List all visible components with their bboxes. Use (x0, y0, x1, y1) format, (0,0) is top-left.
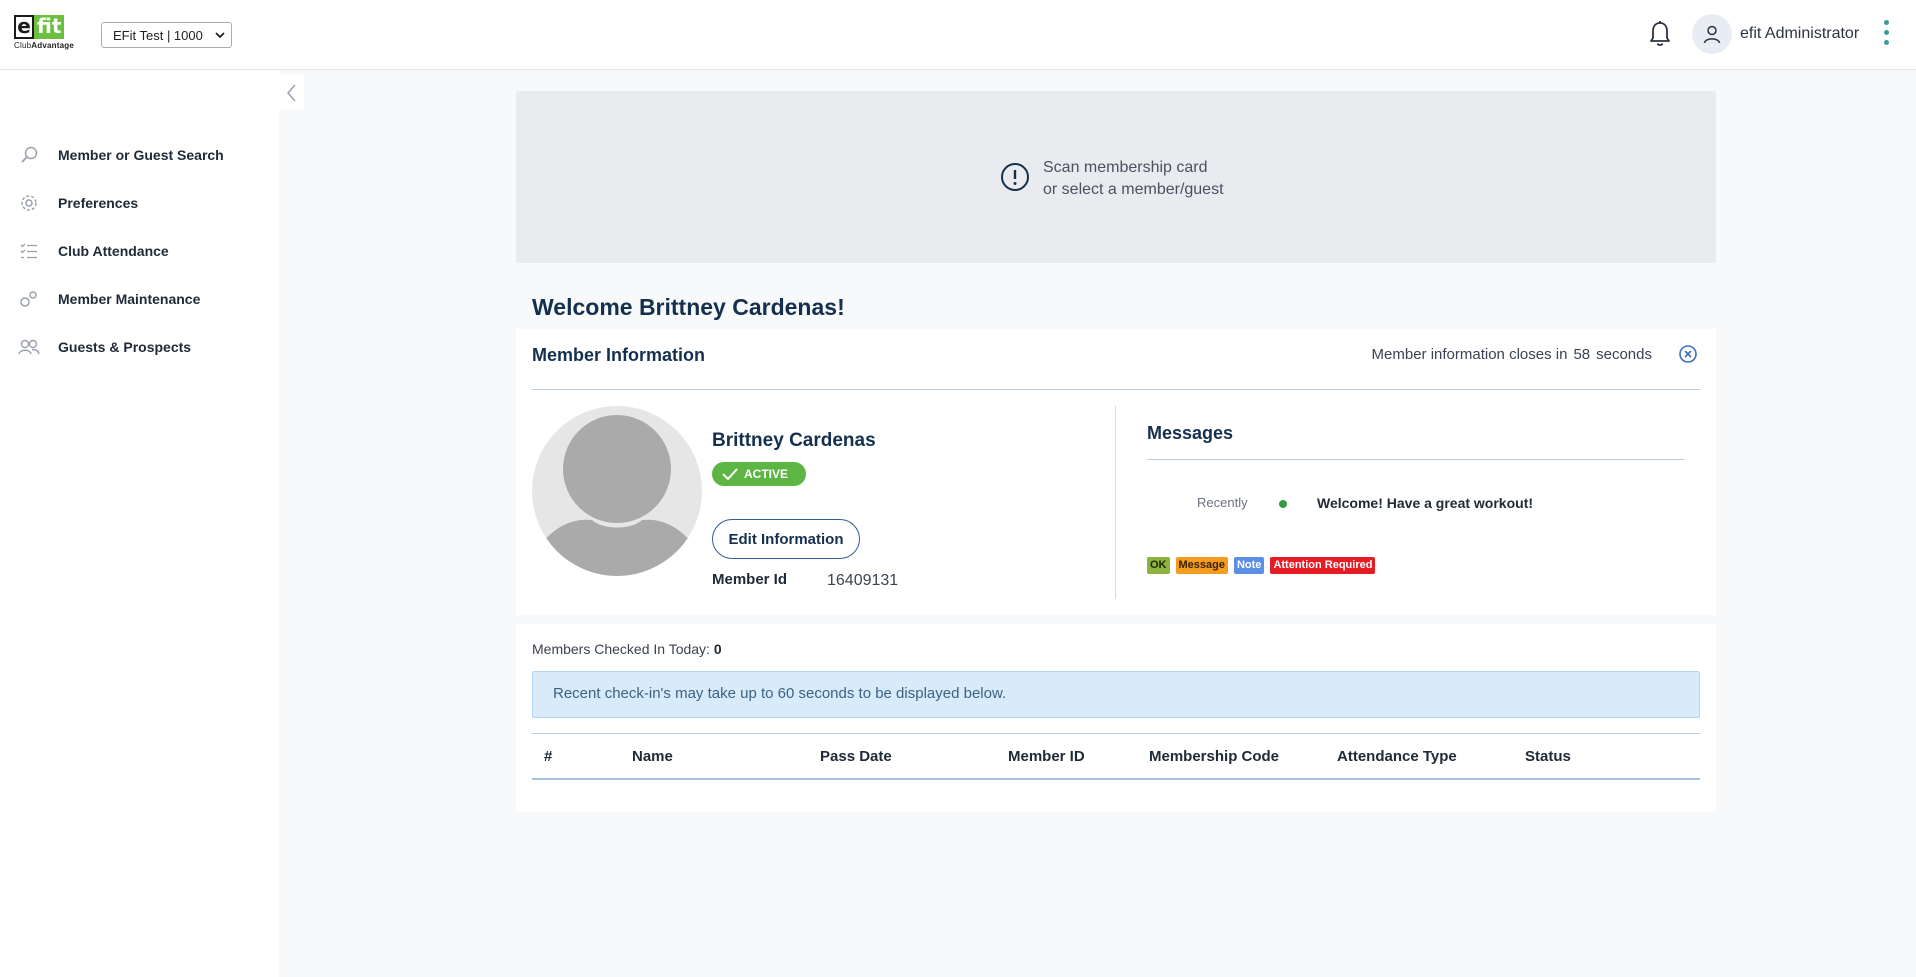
club-select-value: EFit Test | 1000 (113, 27, 203, 43)
club-select[interactable]: EFit Test | 1000 (101, 22, 232, 48)
avatar-placeholder-icon (532, 415, 702, 576)
column-header-member-id[interactable]: Member ID (1008, 748, 1085, 765)
logo-subtitle: ClubAdvantage (14, 41, 74, 50)
bell-icon[interactable] (1648, 20, 1672, 48)
column-header-pass-date[interactable]: Pass Date (820, 748, 892, 765)
message-status-dot (1279, 500, 1287, 508)
scan-instructions: Scan membership card or select a member/… (1043, 159, 1224, 198)
logo-fit: fit (34, 15, 65, 39)
search-icon (18, 144, 40, 166)
check-icon (722, 468, 738, 480)
sidebar-item-label: Preferences (58, 195, 139, 211)
messages-title: Messages (1147, 423, 1234, 443)
chevron-left-icon (286, 84, 296, 101)
legend-message: Message (1175, 557, 1228, 574)
column-header-name[interactable]: Name (632, 748, 673, 765)
message-time: Recently (1197, 495, 1248, 510)
countdown-seconds: 58 (1573, 346, 1591, 363)
column-header-attendance-type[interactable]: Attendance Type (1337, 748, 1457, 765)
gear-icon (18, 192, 40, 214)
vertical-divider (1115, 406, 1116, 599)
top-header: e fit ClubAdvantage EFit Test | 1000 efi… (0, 0, 1916, 70)
column-header-status[interactable]: Status (1525, 748, 1571, 765)
checked-in-count: Members Checked In Today: 0 (532, 641, 722, 657)
sidebar-item-club-attendance[interactable]: Club Attendance (18, 239, 169, 263)
exclamation-icon (1001, 163, 1029, 191)
legend-note: Note (1233, 557, 1265, 574)
user-name[interactable]: efit Administrator (1740, 25, 1859, 43)
column-header-number[interactable]: # (544, 748, 552, 765)
scan-panel[interactable]: Scan membership card or select a member/… (516, 91, 1716, 263)
user-icon (1703, 25, 1721, 44)
edit-information-button[interactable]: Edit Information (712, 519, 860, 559)
sidebar: Member or Guest Search Preferences Club … (0, 71, 279, 977)
sidebar-item-preferences[interactable]: Preferences (18, 191, 138, 215)
sidebar-item-label: Guests & Prospects (58, 339, 192, 355)
status-badge: ACTIVE (712, 462, 806, 486)
sidebar-item-label: Member Maintenance (58, 291, 201, 307)
checklist-icon (18, 240, 40, 262)
member-id-value: 16409131 (827, 572, 899, 589)
member-id-label: Member Id (712, 571, 788, 588)
welcome-heading: Welcome Brittney Cardenas! (532, 294, 845, 320)
sidebar-item-member-search[interactable]: Member or Guest Search (18, 143, 224, 167)
divider (1147, 459, 1684, 460)
logo-e: e (14, 15, 34, 39)
checked-in-value: 0 (713, 641, 722, 657)
user-avatar[interactable] (1692, 14, 1732, 54)
checkins-card: Members Checked In Today: 0 Recent check… (516, 624, 1716, 812)
close-circle-icon[interactable] (1678, 344, 1698, 364)
people-icon (18, 336, 40, 358)
efit-logo[interactable]: e fit ClubAdvantage (14, 15, 86, 53)
member-info-card: Member Information Member information cl… (516, 329, 1716, 615)
chevron-down-icon (215, 32, 225, 39)
message-legend: OK Message Note Attention Required (1147, 557, 1376, 574)
member-info-title: Member Information (532, 345, 706, 365)
sidebar-item-label: Member or Guest Search (58, 147, 224, 163)
gears-icon (18, 288, 40, 310)
sidebar-item-label: Club Attendance (58, 243, 169, 259)
sidebar-item-guests-prospects[interactable]: Guests & Prospects (18, 335, 191, 359)
table-header: # Name Pass Date Member ID Membership Co… (532, 734, 1700, 780)
sidebar-item-member-maintenance[interactable]: Member Maintenance (18, 287, 200, 311)
collapse-sidebar-button[interactable] (279, 75, 304, 110)
member-name: Brittney Cardenas (712, 430, 876, 451)
divider (532, 389, 1700, 390)
info-alert: Recent check-in's may take up to 60 seco… (532, 671, 1700, 718)
close-countdown: Member information closes in 58 seconds (1371, 346, 1652, 363)
legend-ok: OK (1147, 557, 1170, 574)
more-menu-icon[interactable] (1880, 20, 1892, 50)
column-header-membership-code[interactable]: Membership Code (1149, 748, 1279, 765)
member-photo (532, 406, 702, 576)
legend-attention: Attention Required (1270, 557, 1376, 574)
message-text: Welcome! Have a great workout! (1317, 495, 1534, 511)
